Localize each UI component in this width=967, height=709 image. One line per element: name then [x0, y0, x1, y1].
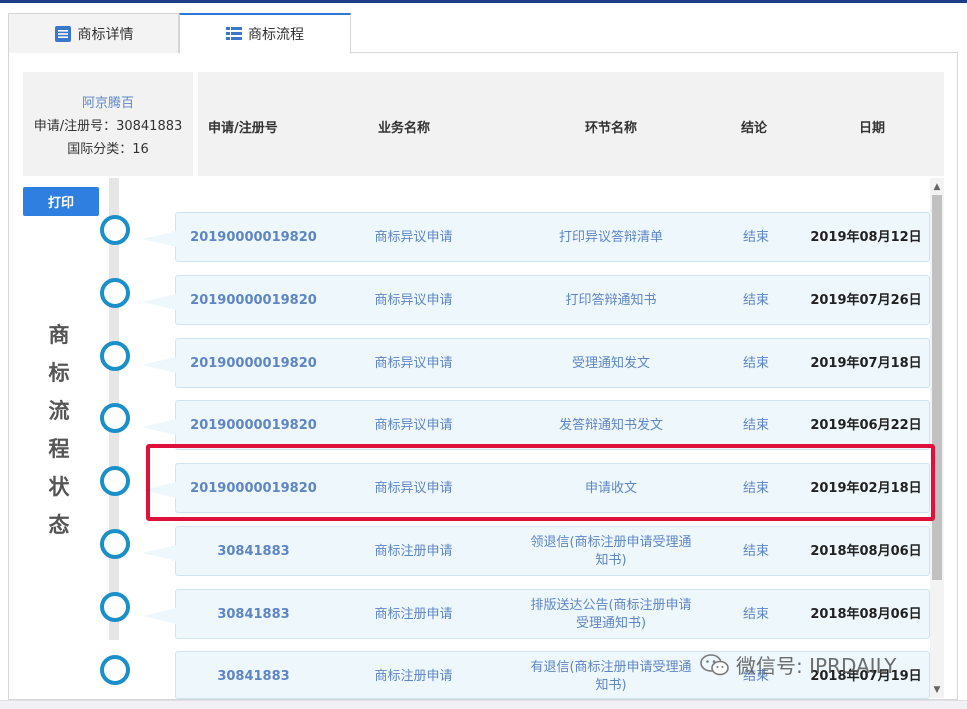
process-row: 20190000019820 商标异议申请 打印答辩通知书 结束 2019年07… [142, 275, 930, 325]
registration-number: 申请/注册号：30841883 [33, 119, 183, 134]
row-number: 20190000019820 [190, 230, 317, 245]
row-date: 2018年08月06日 [810, 607, 922, 622]
process-status-label: 商 标 流 程 状 态 [48, 323, 70, 537]
row-number: 30841883 [217, 669, 290, 684]
row-step: 有退信(商标注册申请受理通知书) [530, 660, 692, 693]
row-number: 30841883 [217, 544, 290, 559]
row-business: 商标注册申请 [374, 544, 453, 559]
process-row: 20190000019820 商标异议申请 打印异议答辩清单 结束 2019年0… [142, 212, 930, 262]
print-button[interactable]: 打印 [23, 187, 99, 216]
scrollbar-thumb[interactable] [932, 195, 942, 580]
row-business: 商标异议申请 [374, 293, 453, 308]
row-result: 结束 [742, 544, 769, 559]
timeline-node [100, 529, 130, 559]
scroll-up-icon[interactable]: ▲ [930, 180, 944, 194]
header-step: 环节名称 [585, 121, 638, 136]
watermark-text: 微信号: IPRDAILY [736, 654, 897, 678]
row-date: 2018年08月06日 [810, 544, 922, 559]
top-accent-line [0, 0, 967, 3]
timeline-node [100, 403, 130, 433]
row-step: 打印答辩通知书 [565, 293, 657, 308]
row-business: 商标注册申请 [374, 607, 453, 622]
applicant-name[interactable]: 阿京腾百 [23, 92, 193, 115]
row-result: 结束 [742, 230, 769, 245]
row-date: 2019年08月12日 [810, 230, 922, 245]
tab-label: 商标流程 [248, 27, 304, 43]
highlight-box [146, 444, 935, 521]
timeline-node [100, 215, 130, 245]
header-result: 结论 [741, 121, 768, 136]
row-result: 结束 [742, 356, 769, 371]
row-business: 商标注册申请 [374, 669, 453, 684]
process-row: 30841883 商标注册申请 领退信(商标注册申请受理通知书) 结束 2018… [142, 526, 930, 576]
list-icon [54, 25, 71, 42]
row-step: 打印异议答辩清单 [558, 230, 663, 245]
timeline-node [100, 466, 130, 496]
international-class: 国际分类：16 [67, 142, 149, 157]
tab-trademark-process[interactable]: 商标流程 [179, 13, 351, 54]
scroll-down-icon[interactable]: ▼ [930, 683, 944, 697]
timeline-node [100, 592, 130, 622]
tab-label: 商标详情 [77, 26, 134, 43]
row-step: 领退信(商标注册申请受理通知书) [530, 535, 692, 568]
table-header: 申请/注册号 业务名称 环节名称 结论 日期 [198, 72, 944, 176]
timeline-node [100, 341, 130, 371]
row-result: 结束 [742, 607, 769, 622]
row-step: 排版送达公告(商标注册申请受理通知书) [530, 598, 692, 631]
row-number: 30841883 [217, 607, 290, 622]
timeline-node [100, 278, 130, 308]
header-business: 业务名称 [378, 121, 431, 136]
row-date: 2019年07月18日 [810, 356, 922, 371]
wechat-watermark: 微信号: IPRDAILY [700, 650, 896, 679]
process-row: 20190000019820 商标异议申请 发答辩通知书发文 结束 2019年0… [142, 400, 930, 450]
trademark-info-panel: 阿京腾百 申请/注册号：30841883 国际分类：16 [23, 72, 193, 176]
timeline-node [100, 655, 130, 685]
process-row: 30841883 商标注册申请 排版送达公告(商标注册申请受理通知书) 结束 2… [142, 589, 930, 639]
row-step: 受理通知发文 [571, 356, 650, 371]
header-date: 日期 [859, 121, 886, 136]
header-number: 申请/注册号 [208, 121, 278, 136]
row-business: 商标异议申请 [374, 230, 453, 245]
row-business: 商标异议申请 [374, 356, 453, 371]
row-date: 2019年07月26日 [810, 293, 922, 308]
wechat-icon [700, 653, 729, 675]
tab-trademark-details[interactable]: 商标详情 [8, 13, 179, 53]
row-result: 结束 [742, 293, 769, 308]
process-row: 20190000019820 商标异议申请 受理通知发文 结束 2019年07月… [142, 338, 930, 388]
row-number: 20190000019820 [190, 293, 317, 308]
row-number: 20190000019820 [190, 356, 317, 371]
grid-list-icon [226, 27, 242, 40]
bottom-bar [0, 700, 967, 709]
tab-bar: 商标详情 商标流程 [8, 13, 958, 54]
